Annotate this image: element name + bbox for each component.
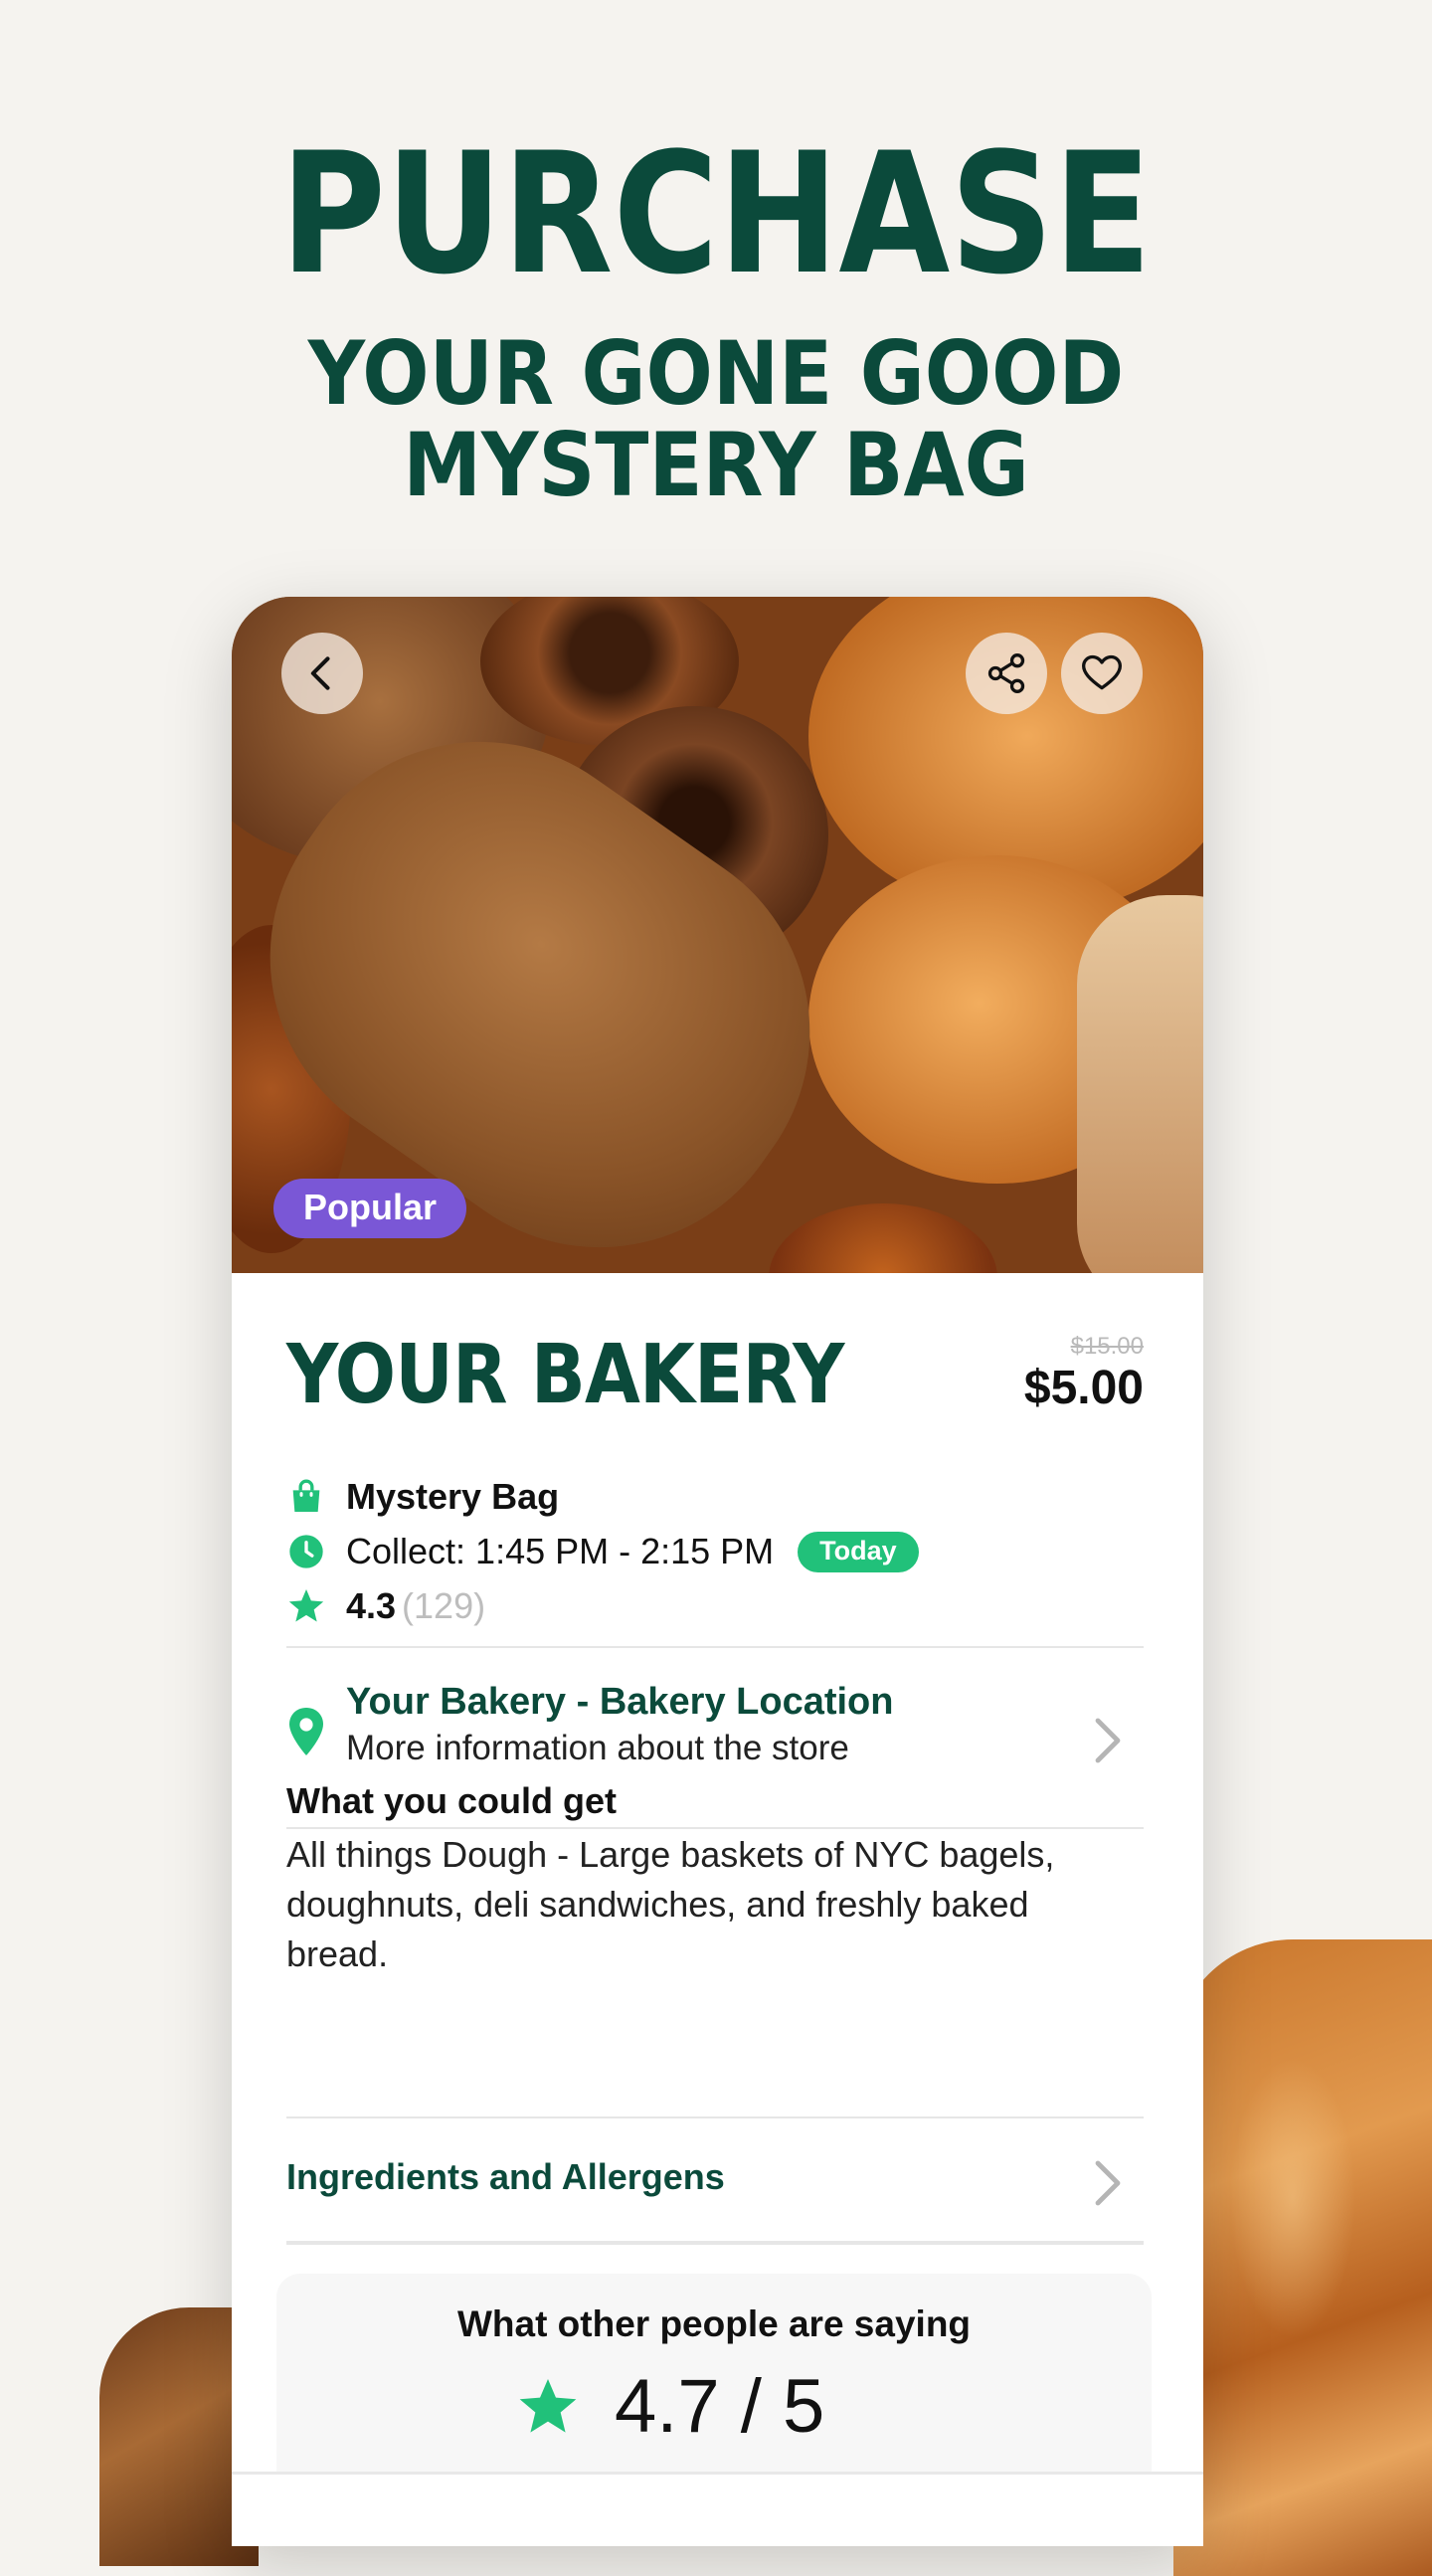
price: $5.00 [1023, 1362, 1144, 1414]
divider [286, 2116, 1144, 2118]
what-you-get-title: What you could get [286, 1780, 617, 1821]
pastry-shape [1077, 895, 1203, 1273]
rating-row: 4.3 (129) [286, 1581, 485, 1631]
bottom-bar [232, 2472, 1203, 2546]
decorative-croissant-right [1173, 1939, 1432, 2576]
popular-badge: Popular [273, 1179, 467, 1238]
headline-subtitle-2: MYSTERY BAG [403, 414, 1029, 516]
bag-type-row: Mystery Bag [286, 1472, 559, 1522]
original-price: $15.00 [1070, 1333, 1144, 1360]
chevron-right-icon [1095, 1718, 1121, 1763]
today-badge: Today [798, 1531, 919, 1572]
reviews-title: What other people are saying [456, 2303, 972, 2344]
phone-screen: Popular YOUR BAKERY $15.00 $5.00 Mystery… [232, 597, 1203, 2546]
pastry-shape [769, 1203, 997, 1273]
location-pin-icon [289, 1708, 323, 1755]
headline-title: PURCHASE [280, 116, 1152, 311]
headline-subtitle-1: YOUR GONE GOOD [307, 322, 1125, 425]
favorite-button[interactable] [1061, 633, 1143, 714]
location-subtitle: More information about the store [346, 1729, 849, 1767]
star-icon [286, 1586, 326, 1626]
clock-icon [286, 1532, 326, 1571]
divider [286, 1827, 1144, 1829]
reviews-score-value: 4.7 / 5 [615, 2364, 825, 2449]
reviews-score: 4.7 / 5 [515, 2363, 824, 2450]
divider [286, 2243, 1144, 2245]
collect-row: Collect: 1:45 PM - 2:15 PM Today [286, 1527, 919, 1576]
collect-time: Collect: 1:45 PM - 2:15 PM [346, 1531, 775, 1571]
back-button[interactable] [281, 633, 363, 714]
bag-type-label: Mystery Bag [346, 1476, 560, 1517]
chevron-right-icon [1095, 2160, 1121, 2206]
headline: PURCHASE YOUR GONE GOOD MYSTERY BAG [0, 129, 1432, 511]
rating-count: (129) [402, 1585, 486, 1626]
shopping-bag-icon [286, 1477, 326, 1517]
what-you-get-description: All things Dough - Large baskets of NYC … [286, 1834, 1055, 1974]
divider [286, 2241, 1144, 2243]
hero-image: Popular [232, 597, 1203, 1273]
star-icon [519, 2378, 577, 2433]
ingredients-label: Ingredients and Allergens [286, 2156, 725, 2197]
location-title: Your Bakery - Bakery Location [346, 1681, 894, 1723]
store-name: YOUR BAKERY [286, 1328, 844, 1422]
heart-icon [1082, 654, 1122, 690]
share-icon [987, 653, 1025, 693]
rating-value: 4.3 [346, 1585, 397, 1626]
chevron-left-icon [310, 656, 330, 690]
share-button[interactable] [966, 633, 1047, 714]
divider [286, 1646, 1144, 1648]
